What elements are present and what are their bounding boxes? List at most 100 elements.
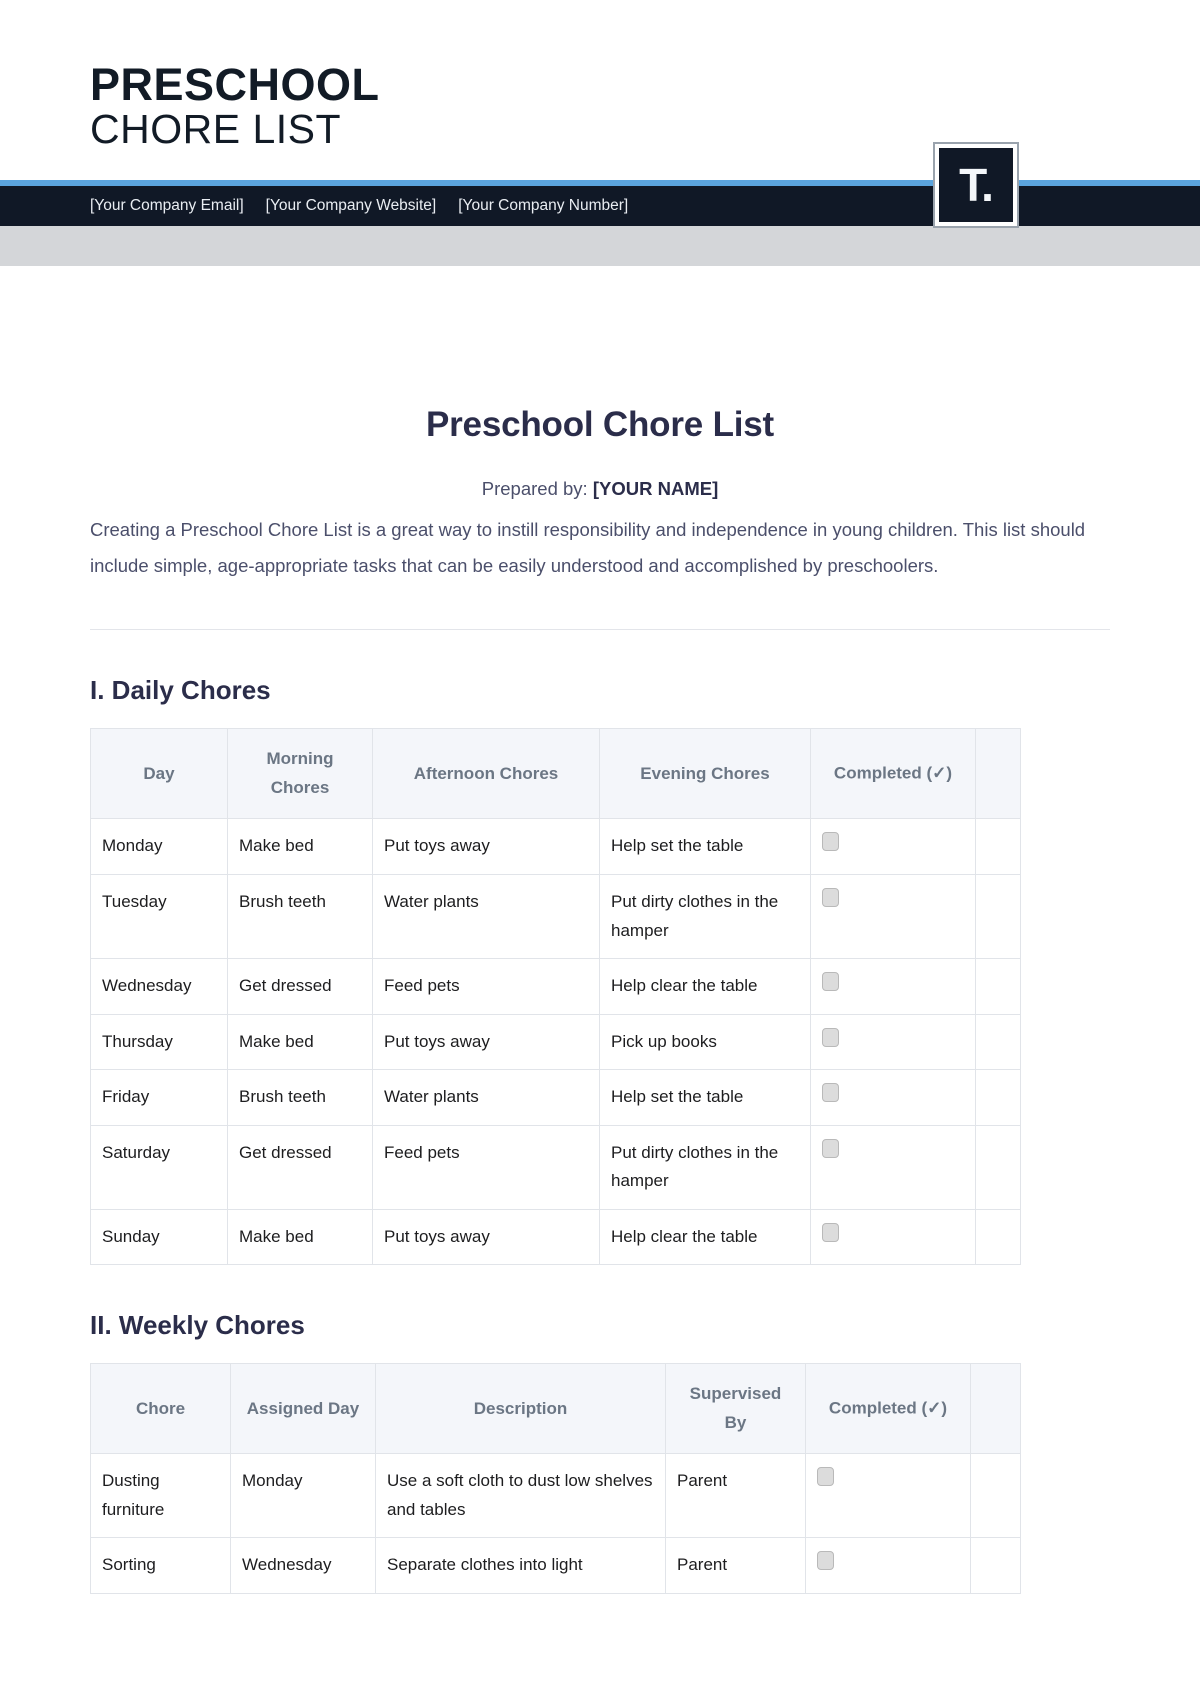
cell-day: Sunday	[90, 1208, 228, 1266]
completed-checkbox[interactable]	[822, 1027, 839, 1047]
page-title: Preschool Chore List	[425, 405, 775, 444]
cell-afternoon: Put toys away	[372, 818, 600, 875]
cell-evening: Help set the table	[599, 818, 811, 875]
col-header-chore: Chore	[90, 1363, 231, 1455]
cell-evening: Put dirty clothes in the hamper	[599, 873, 811, 960]
completed-checkbox[interactable]	[822, 1138, 839, 1158]
col-header-spacer	[970, 1363, 1021, 1455]
cell-supervised-by: Parent	[665, 1537, 806, 1594]
cell-afternoon: Feed pets	[372, 958, 600, 1015]
cell-evening: Pick up books	[599, 1013, 811, 1071]
daily-table-body: Monday Make bed Put toys away Help set t…	[90, 818, 1021, 1266]
brand-title-line1: PRESCHOOL	[90, 59, 380, 110]
intro-paragraph: Creating a Preschool Chore List is a gre…	[90, 519, 1086, 576]
cell-chore: Dusting furniture	[90, 1453, 231, 1539]
table-row: Sunday Make bed Put toys away Help clear…	[90, 1208, 1021, 1266]
contact-email[interactable]: [Your Company Email]	[90, 197, 244, 215]
completed-checkbox[interactable]	[822, 832, 839, 852]
table-row: Dusting furniture Monday Use a soft clot…	[90, 1453, 1021, 1539]
cell-spacer	[970, 1537, 1021, 1594]
prepared-by-label: Prepared by:	[481, 478, 588, 499]
cell-morning: Make bed	[227, 1208, 373, 1266]
cell-completed[interactable]	[810, 958, 976, 1015]
cell-morning: Get dressed	[227, 958, 373, 1015]
cell-afternoon: Water plants	[372, 1069, 600, 1126]
prepared-by-name[interactable]: [YOUR NAME]	[593, 478, 718, 499]
cell-completed[interactable]	[810, 1208, 976, 1266]
completed-checkbox[interactable]	[817, 1467, 834, 1487]
daily-table-head: Day Morning Chores Afternoon Chores Even…	[90, 728, 1021, 820]
table-header-row: Chore Assigned Day Description Supervise…	[90, 1363, 1021, 1455]
cell-evening: Help clear the table	[599, 958, 811, 1015]
completed-checkbox[interactable]	[817, 1551, 834, 1571]
cell-evening: Help set the table	[599, 1069, 811, 1126]
cell-day: Saturday	[90, 1124, 228, 1210]
cell-day: Thursday	[90, 1013, 228, 1071]
weekly-chores-table: Chore Assigned Day Description Supervise…	[90, 1363, 1021, 1594]
weekly-table-body: Dusting furniture Monday Use a soft clot…	[90, 1453, 1021, 1594]
logo-letter-t-icon: T.	[959, 159, 994, 211]
cell-chore: Sorting	[90, 1537, 231, 1594]
company-logo: T.	[933, 142, 1019, 228]
cell-morning: Make bed	[227, 818, 373, 875]
brand-title-line2: CHORE LIST	[90, 105, 342, 152]
col-header-completed: Completed (✓)	[805, 1363, 971, 1455]
table-row: Saturday Get dressed Feed pets Put dirty…	[90, 1124, 1021, 1210]
cell-spacer	[975, 1124, 1021, 1210]
col-header-day: Day	[90, 728, 228, 820]
table-row: Thursday Make bed Put toys away Pick up …	[90, 1013, 1021, 1071]
col-header-afternoon-chores: Afternoon Chores	[372, 728, 600, 820]
cell-spacer	[975, 1069, 1021, 1126]
col-header-completed: Completed (✓)	[810, 728, 976, 820]
cell-completed[interactable]	[810, 818, 976, 875]
col-header-evening-chores: Evening Chores	[599, 728, 811, 820]
daily-chores-table: Day Morning Chores Afternoon Chores Even…	[90, 728, 1021, 1266]
cell-day: Friday	[90, 1069, 228, 1126]
cell-morning: Get dressed	[227, 1124, 373, 1210]
cell-completed[interactable]	[810, 1124, 976, 1210]
cell-afternoon: Feed pets	[372, 1124, 600, 1210]
cell-supervised-by: Parent	[665, 1453, 806, 1539]
cell-completed[interactable]	[810, 1069, 976, 1126]
cell-completed[interactable]	[805, 1453, 971, 1539]
contact-website[interactable]: [Your Company Website]	[266, 197, 437, 215]
cell-spacer	[975, 818, 1021, 875]
cell-spacer	[970, 1453, 1021, 1539]
col-header-spacer	[975, 728, 1021, 820]
table-row: Monday Make bed Put toys away Help set t…	[90, 818, 1021, 875]
completed-checkbox[interactable]	[822, 972, 839, 992]
col-header-assigned-day: Assigned Day	[230, 1363, 376, 1455]
table-header-row: Day Morning Chores Afternoon Chores Even…	[90, 728, 1021, 820]
col-header-description: Description	[375, 1363, 666, 1455]
table-row: Tuesday Brush teeth Water plants Put dir…	[90, 873, 1021, 960]
cell-description: Use a soft cloth to dust low shelves and…	[375, 1453, 666, 1539]
table-row: Wednesday Get dressed Feed pets Help cle…	[90, 958, 1021, 1015]
col-header-supervised-by: Supervised By	[665, 1363, 806, 1455]
section-heading-daily-chores: I. Daily Chores	[90, 675, 271, 706]
cell-completed[interactable]	[810, 873, 976, 960]
cell-spacer	[975, 1208, 1021, 1266]
cell-spacer	[975, 1013, 1021, 1071]
col-header-morning-chores: Morning Chores	[227, 728, 373, 820]
letterhead: PRESCHOOL CHORE LIST [Your Company Email…	[0, 0, 1200, 266]
section-heading-weekly-chores: II. Weekly Chores	[90, 1310, 305, 1341]
cell-afternoon: Put toys away	[372, 1208, 600, 1266]
completed-checkbox[interactable]	[822, 887, 839, 907]
prepared-by-line: Prepared by: [YOUR NAME]	[90, 478, 1110, 500]
section-divider	[90, 629, 1110, 631]
table-row: Friday Brush teeth Water plants Help set…	[90, 1069, 1021, 1126]
contact-list: [Your Company Email] [Your Company Websi…	[90, 186, 628, 226]
cell-completed[interactable]	[805, 1537, 971, 1594]
completed-checkbox[interactable]	[822, 1222, 839, 1242]
gray-band	[0, 226, 1200, 266]
document-body: Preschool Chore List Prepared by: [YOUR …	[0, 405, 1200, 1594]
cell-evening: Help clear the table	[599, 1208, 811, 1266]
cell-afternoon: Water plants	[372, 873, 600, 960]
contact-number[interactable]: [Your Company Number]	[458, 197, 628, 215]
cell-day: Tuesday	[90, 873, 228, 960]
cell-afternoon: Put toys away	[372, 1013, 600, 1071]
cell-completed[interactable]	[810, 1013, 976, 1071]
cell-day: Wednesday	[90, 958, 228, 1015]
completed-checkbox[interactable]	[822, 1083, 839, 1103]
table-row: Sorting Wednesday Separate clothes into …	[90, 1537, 1021, 1594]
